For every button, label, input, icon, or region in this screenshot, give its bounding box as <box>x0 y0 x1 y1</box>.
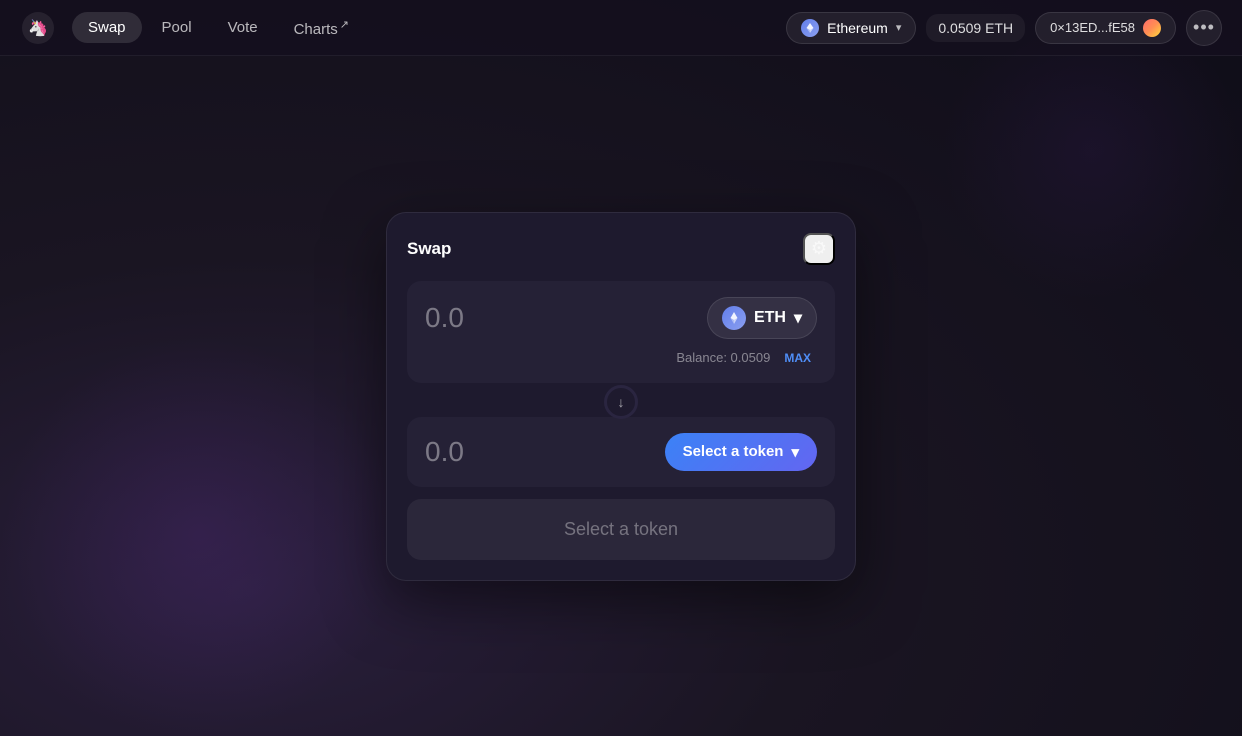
settings-button[interactable]: ⚙ <box>803 233 835 265</box>
swap-title: Swap <box>407 239 451 259</box>
to-token-box: Select a token ▾ <box>407 417 835 487</box>
app-logo: 🦄 <box>20 10 56 46</box>
swap-card-header: Swap ⚙ <box>407 233 835 265</box>
to-token-row: Select a token ▾ <box>425 433 817 471</box>
from-token-row: ETH ▾ <box>425 297 817 339</box>
balance-label: Balance: 0.0509 <box>676 350 770 365</box>
navbar: 🦄 Swap Pool Vote Charts↗ Ethereum ▾ 0.05… <box>0 0 1242 56</box>
balance-row: Balance: 0.0509 MAX <box>425 349 817 367</box>
select-token-label: Select a token <box>683 443 784 460</box>
max-button[interactable]: MAX <box>778 349 817 367</box>
wallet-address: 0×13ED...fE58 <box>1050 20 1135 35</box>
nav-swap[interactable]: Swap <box>72 12 142 43</box>
down-arrow-icon: ↓ <box>618 394 625 410</box>
nav-pool[interactable]: Pool <box>146 12 208 43</box>
nav-charts[interactable]: Charts↗ <box>278 11 365 45</box>
from-amount-input[interactable] <box>425 302 625 334</box>
swap-direction-wrap: ↓ <box>407 385 835 419</box>
nav-vote[interactable]: Vote <box>212 12 274 43</box>
eth-token-icon <box>722 306 746 330</box>
more-icon: ••• <box>1193 17 1215 38</box>
swap-card: Swap ⚙ ETH ▾ <box>386 212 856 581</box>
from-token-symbol: ETH <box>754 309 786 327</box>
ethereum-icon <box>801 19 819 37</box>
swap-direction-button[interactable]: ↓ <box>604 385 638 419</box>
network-chevron: ▾ <box>896 21 902 34</box>
nav-right: Ethereum ▾ 0.0509 ETH 0×13ED...fE58 ••• <box>786 10 1222 46</box>
main-content: Swap ⚙ ETH ▾ <box>0 56 1242 736</box>
to-token-chevron: ▾ <box>791 443 799 461</box>
wallet-balance: 0.0509 ETH <box>926 14 1025 42</box>
wallet-avatar <box>1143 19 1161 37</box>
svg-text:🦄: 🦄 <box>28 18 48 37</box>
from-token-box: ETH ▾ Balance: 0.0509 MAX <box>407 281 835 383</box>
network-selector[interactable]: Ethereum ▾ <box>786 12 916 44</box>
nav-links: Swap Pool Vote Charts↗ <box>72 11 365 45</box>
from-token-selector[interactable]: ETH ▾ <box>707 297 817 339</box>
gear-icon: ⚙ <box>811 238 827 259</box>
to-token-selector[interactable]: Select a token ▾ <box>665 433 817 471</box>
network-name: Ethereum <box>827 20 888 36</box>
action-button-label: Select a token <box>564 519 678 539</box>
action-button[interactable]: Select a token <box>407 499 835 560</box>
from-token-chevron: ▾ <box>794 308 802 328</box>
more-button[interactable]: ••• <box>1186 10 1222 46</box>
to-amount-input[interactable] <box>425 436 625 468</box>
wallet-button[interactable]: 0×13ED...fE58 <box>1035 12 1176 44</box>
